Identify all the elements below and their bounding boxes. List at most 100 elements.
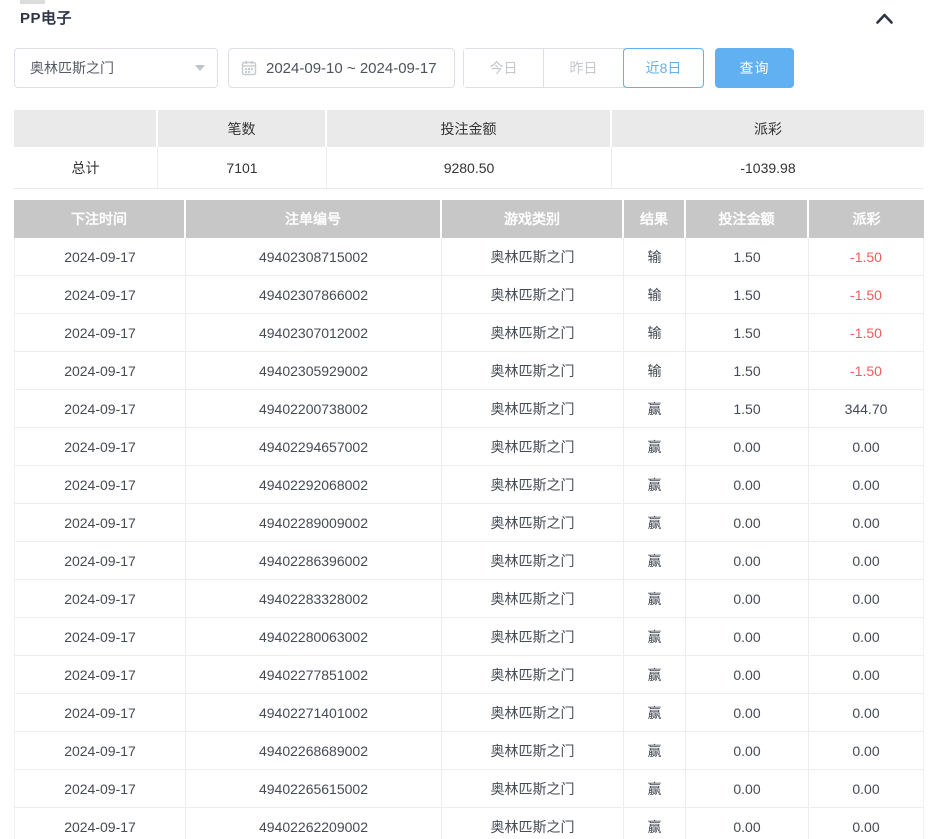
bets-table: 下注时间注单编号游戏类别结果投注金额派彩 2024-09-17494023087… <box>14 200 924 839</box>
payout-cell: -1.50 <box>809 314 924 351</box>
summary-total-row: 总计 7101 9280.50 -1039.98 <box>14 147 924 189</box>
table-row: 2024-09-1749402271401002奥林匹斯之门赢0.000.00 <box>14 694 924 732</box>
bets-table-header-cell: 投注金额 <box>686 200 809 238</box>
order-no-cell: 49402308715002 <box>186 238 442 275</box>
search-button[interactable]: 查询 <box>715 48 794 88</box>
table-row: 2024-09-1749402277851002奥林匹斯之门赢0.000.00 <box>14 656 924 694</box>
result-cell: 输 <box>624 314 686 351</box>
bet-amount-cell: 0.00 <box>686 732 809 769</box>
date-range-input[interactable]: 2024-09-10 ~ 2024-09-17 <box>228 48 455 88</box>
game-cell: 奥林匹斯之门 <box>442 428 624 465</box>
table-row: 2024-09-1749402268689002奥林匹斯之门赢0.000.00 <box>14 732 924 770</box>
result-cell: 输 <box>624 238 686 275</box>
bets-table-header-cell: 游戏类别 <box>442 200 624 238</box>
payout-cell: 0.00 <box>809 694 924 731</box>
bet-time-cell: 2024-09-17 <box>14 314 186 351</box>
table-row: 2024-09-1749402200738002奥林匹斯之门赢1.50344.7… <box>14 390 924 428</box>
result-cell: 赢 <box>624 390 686 427</box>
bet-time-cell: 2024-09-17 <box>14 428 186 465</box>
game-cell: 奥林匹斯之门 <box>442 352 624 389</box>
bet-time-cell: 2024-09-17 <box>14 352 186 389</box>
payout-cell: 344.70 <box>809 390 924 427</box>
result-cell: 赢 <box>624 732 686 769</box>
payout-cell: -1.50 <box>809 352 924 389</box>
game-cell: 奥林匹斯之门 <box>442 504 624 541</box>
summary-payout-value: -1039.98 <box>612 147 924 188</box>
payout-cell: 0.00 <box>809 466 924 503</box>
order-no-cell: 49402307866002 <box>186 276 442 313</box>
bet-amount-cell: 0.00 <box>686 466 809 503</box>
bet-amount-cell: 1.50 <box>686 352 809 389</box>
chevron-down-icon <box>195 65 205 71</box>
bets-table-header-cell: 下注时间 <box>14 200 186 238</box>
order-no-cell: 49402292068002 <box>186 466 442 503</box>
result-cell: 赢 <box>624 542 686 579</box>
summary-header-cell <box>14 110 158 147</box>
game-cell: 奥林匹斯之门 <box>442 732 624 769</box>
table-row: 2024-09-1749402305929002奥林匹斯之门输1.50-1.50 <box>14 352 924 390</box>
bet-time-cell: 2024-09-17 <box>14 276 186 313</box>
order-no-cell: 49402280063002 <box>186 618 442 655</box>
payout-cell: 0.00 <box>809 770 924 807</box>
table-row: 2024-09-1749402294657002奥林匹斯之门赢0.000.00 <box>14 428 924 466</box>
bet-time-cell: 2024-09-17 <box>14 618 186 655</box>
bet-amount-cell: 1.50 <box>686 276 809 313</box>
game-select-value: 奥林匹斯之门 <box>30 58 195 78</box>
bets-table-header-cell: 注单编号 <box>186 200 442 238</box>
payout-cell: 0.00 <box>809 618 924 655</box>
payout-cell: 0.00 <box>809 580 924 617</box>
bet-time-cell: 2024-09-17 <box>14 542 186 579</box>
bet-time-cell: 2024-09-17 <box>14 466 186 503</box>
table-row: 2024-09-1749402286396002奥林匹斯之门赢0.000.00 <box>14 542 924 580</box>
payout-cell: 0.00 <box>809 428 924 465</box>
result-cell: 赢 <box>624 580 686 617</box>
quick-date-button[interactable]: 昨日 <box>544 49 624 87</box>
order-no-cell: 49402262209002 <box>186 808 442 839</box>
bet-time-cell: 2024-09-17 <box>14 580 186 617</box>
table-row: 2024-09-1749402280063002奥林匹斯之门赢0.000.00 <box>14 618 924 656</box>
result-cell: 赢 <box>624 504 686 541</box>
bet-time-cell: 2024-09-17 <box>14 656 186 693</box>
bet-amount-cell: 0.00 <box>686 808 809 839</box>
pp-electronics-panel: PP电子 奥林匹斯之门 2024-09-10 ~ 2024-09-17 今日昨日… <box>0 0 937 839</box>
summary-count-value: 7101 <box>158 147 327 188</box>
game-cell: 奥林匹斯之门 <box>442 542 624 579</box>
order-no-cell: 49402286396002 <box>186 542 442 579</box>
table-row: 2024-09-1749402289009002奥林匹斯之门赢0.000.00 <box>14 504 924 542</box>
page-title: PP电子 <box>20 7 72 28</box>
order-no-cell: 49402268689002 <box>186 732 442 769</box>
payout-cell: 0.00 <box>809 542 924 579</box>
game-select[interactable]: 奥林匹斯之门 <box>14 48 218 88</box>
summary-header-cell: 投注金额 <box>327 110 612 147</box>
bet-amount-cell: 1.50 <box>686 314 809 351</box>
collapse-panel-button[interactable] <box>872 8 896 28</box>
quick-date-button[interactable]: 今日 <box>464 49 544 87</box>
game-cell: 奥林匹斯之门 <box>442 656 624 693</box>
bet-amount-cell: 0.00 <box>686 580 809 617</box>
result-cell: 输 <box>624 276 686 313</box>
game-cell: 奥林匹斯之门 <box>442 238 624 275</box>
bet-time-cell: 2024-09-17 <box>14 770 186 807</box>
summary-bet-amount-value: 9280.50 <box>327 147 612 188</box>
order-no-cell: 49402283328002 <box>186 580 442 617</box>
chevron-up-icon <box>876 13 893 24</box>
summary-table: 笔数投注金额派彩 总计 7101 9280.50 -1039.98 <box>14 110 924 189</box>
clipped-element-fragment <box>20 0 45 4</box>
bet-time-cell: 2024-09-17 <box>14 808 186 839</box>
result-cell: 赢 <box>624 618 686 655</box>
table-row: 2024-09-1749402265615002奥林匹斯之门赢0.000.00 <box>14 770 924 808</box>
bet-amount-cell: 0.00 <box>686 542 809 579</box>
quick-date-button-group: 今日昨日近8日 <box>463 48 704 88</box>
quick-date-button[interactable]: 近8日 <box>623 48 704 88</box>
order-no-cell: 49402265615002 <box>186 770 442 807</box>
payout-cell: 0.00 <box>809 504 924 541</box>
summary-header-cell: 派彩 <box>612 110 924 147</box>
bet-amount-cell: 1.50 <box>686 390 809 427</box>
date-range-value: 2024-09-10 ~ 2024-09-17 <box>266 60 437 77</box>
bet-amount-cell: 0.00 <box>686 770 809 807</box>
bet-time-cell: 2024-09-17 <box>14 504 186 541</box>
game-cell: 奥林匹斯之门 <box>442 276 624 313</box>
order-no-cell: 49402277851002 <box>186 656 442 693</box>
result-cell: 赢 <box>624 428 686 465</box>
table-row: 2024-09-1749402292068002奥林匹斯之门赢0.000.00 <box>14 466 924 504</box>
